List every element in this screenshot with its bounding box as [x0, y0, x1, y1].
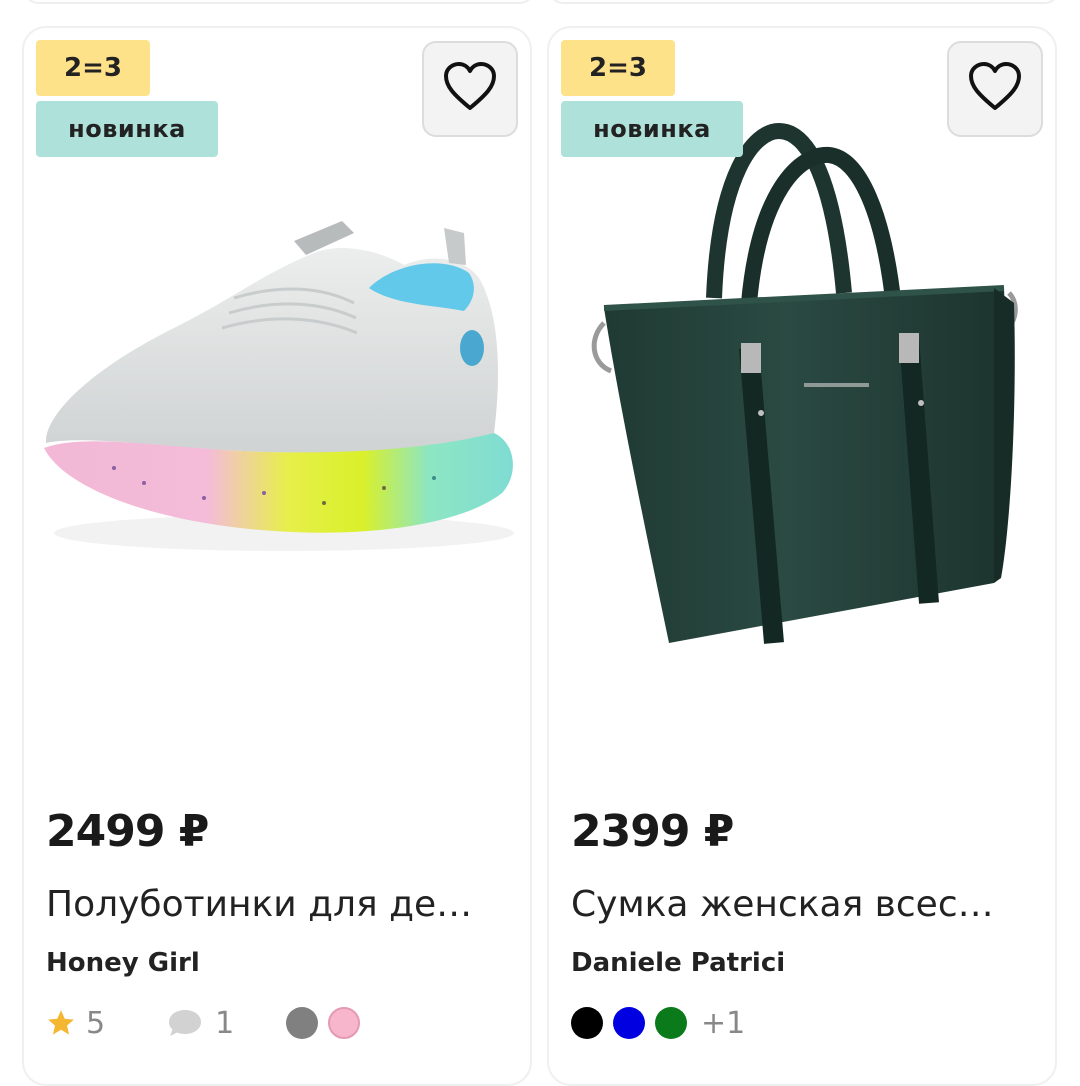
color-swatch-black[interactable]: [571, 1007, 603, 1039]
promo-badge: 2=3: [561, 40, 675, 96]
new-badge: новинка: [36, 101, 218, 157]
favorite-button[interactable]: [947, 41, 1043, 137]
product-brand: Daniele Patrici: [571, 948, 786, 978]
product-price: 2499 ₽: [46, 806, 209, 857]
product-title[interactable]: Полуботинки для де…: [46, 884, 506, 925]
comment-icon: [167, 1007, 203, 1039]
color-swatch-blue[interactable]: [613, 1007, 645, 1039]
star-icon: [46, 1008, 76, 1038]
reviews-count: 1: [215, 1005, 235, 1041]
product-meta: 5 1: [46, 998, 370, 1048]
product-card-shoes[interactable]: 2=3 новинка 2499 ₽ Полуботинки для де… H…: [22, 26, 532, 1086]
product-image-bag[interactable]: [549, 103, 1055, 673]
heart-icon: [443, 62, 497, 116]
product-card-bag[interactable]: 2=3 новинка 2399 ₽ Сумка женская всес… D…: [547, 26, 1057, 1086]
product-brand: Honey Girl: [46, 948, 200, 978]
product-grid: 2=3 новинка 2499 ₽ Полуботинки для де… H…: [0, 0, 1080, 1086]
color-swatches: +1: [571, 1006, 745, 1041]
reviews[interactable]: 1: [167, 1006, 234, 1041]
color-swatch-green[interactable]: [655, 1007, 687, 1039]
product-meta: +1: [571, 998, 745, 1048]
color-swatch-gray[interactable]: [286, 1007, 319, 1039]
rating-value: 5: [86, 1005, 106, 1041]
previous-card-edge: [22, 0, 536, 4]
product-image-shoes[interactable]: [24, 193, 530, 573]
product-title[interactable]: Сумка женская всес…: [571, 884, 1031, 925]
previous-card-edge: [547, 0, 1061, 4]
color-swatches: [286, 1007, 370, 1039]
more-colors-count[interactable]: +1: [701, 1006, 745, 1041]
new-badge: новинка: [561, 101, 743, 157]
product-price: 2399 ₽: [571, 806, 734, 857]
promo-badge: 2=3: [36, 40, 150, 96]
color-swatch-pink[interactable]: [328, 1007, 361, 1039]
rating: 5: [46, 1006, 105, 1041]
favorite-button[interactable]: [422, 41, 518, 137]
heart-icon: [968, 62, 1022, 116]
